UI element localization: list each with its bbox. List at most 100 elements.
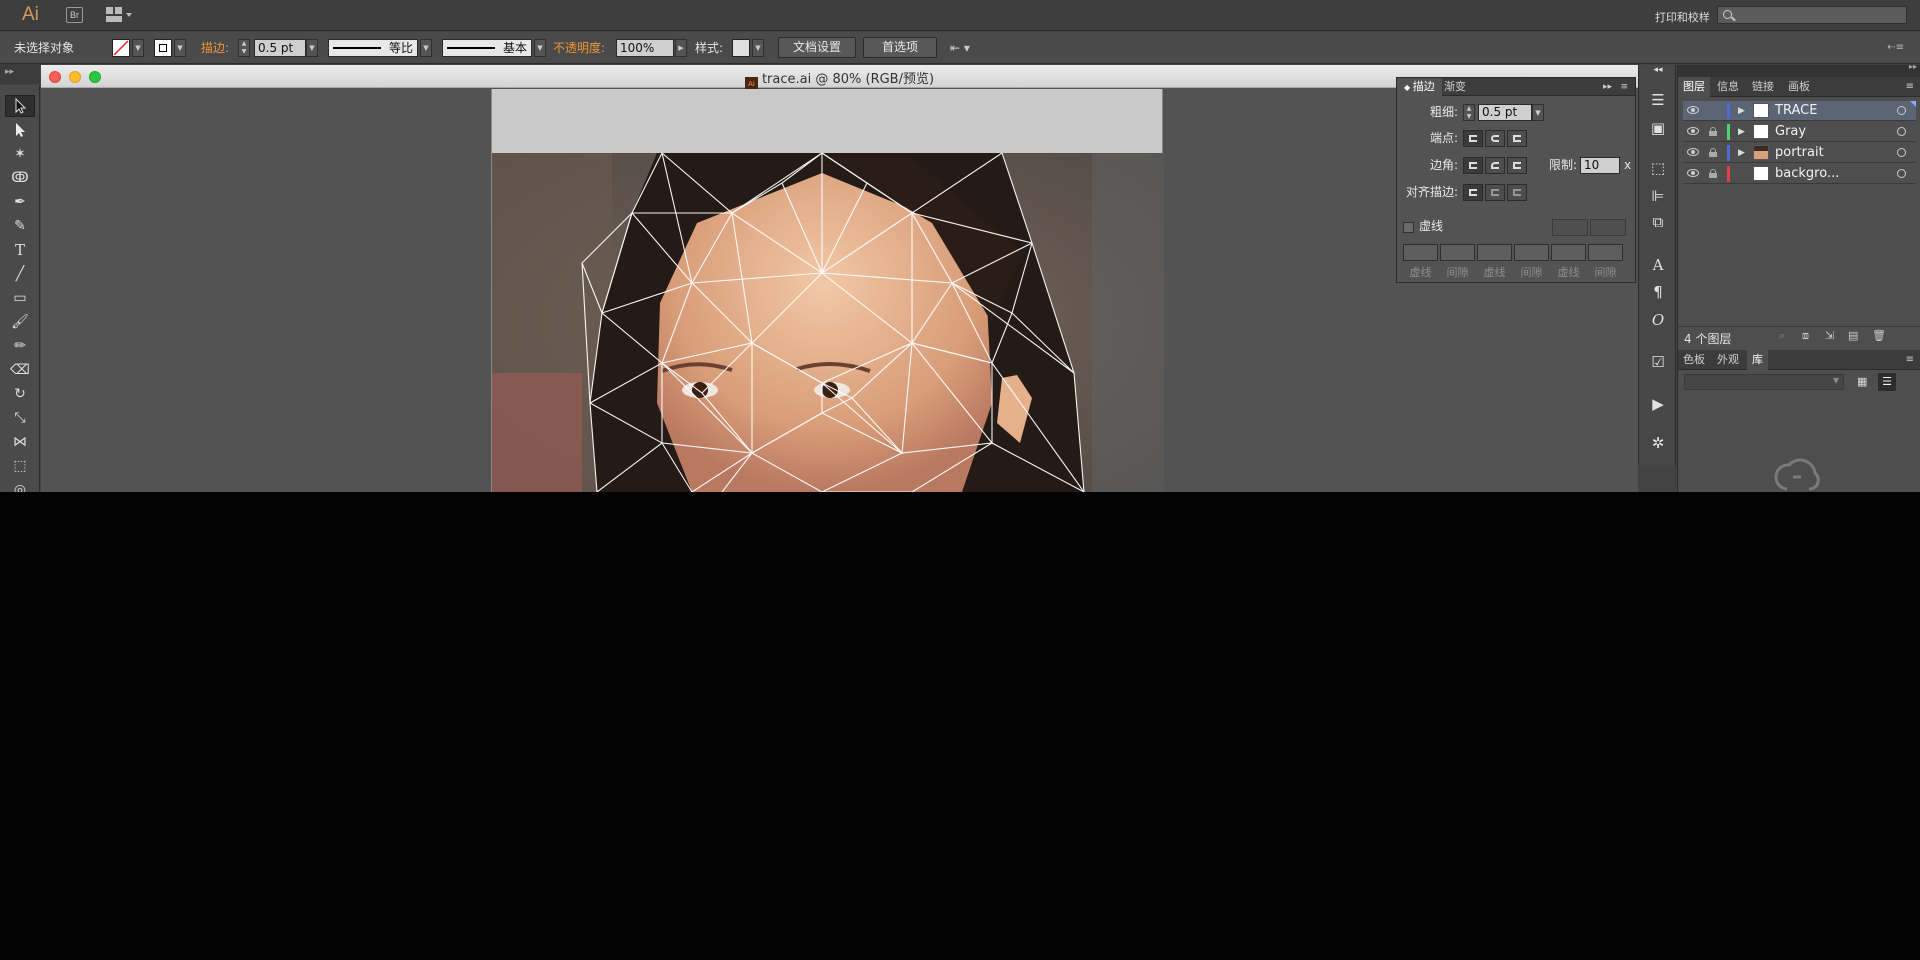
selection-tool-icon[interactable] [5, 95, 35, 117]
delete-layer-icon[interactable]: 🗑 [1872, 329, 1886, 342]
gradient-panel-icon[interactable]: ▣ [1647, 117, 1669, 139]
preferences-button[interactable]: 首选项 [863, 37, 937, 58]
layers-panel-menu-icon[interactable]: ≡ [1901, 77, 1919, 97]
tab-info[interactable]: 信息 [1712, 77, 1744, 97]
type-tool-icon[interactable]: T [5, 239, 35, 261]
layer-row-gray[interactable]: ▶ Gray [1683, 122, 1916, 142]
tab-swatches[interactable]: 色板 [1678, 350, 1710, 370]
butt-cap-icon[interactable] [1463, 130, 1483, 147]
target-circle-icon[interactable] [1897, 106, 1906, 115]
line-segment-tool-icon[interactable]: ╱ [5, 263, 35, 285]
stroke-dropdown[interactable]: ▼ [174, 39, 186, 57]
projecting-cap-icon[interactable] [1507, 130, 1527, 147]
create-new-layer-icon[interactable]: ▤ [1848, 329, 1858, 342]
lock-icon[interactable] [1709, 169, 1717, 178]
magic-wand-tool-icon[interactable]: ✶ [5, 143, 35, 165]
list-view-icon[interactable]: ☰ [1878, 373, 1896, 391]
width-tool-icon[interactable]: ⋈ [5, 431, 35, 453]
stroke-panel-icon[interactable]: ☰ [1647, 89, 1669, 111]
bevel-join-icon[interactable] [1507, 157, 1527, 174]
curvature-tool-icon[interactable]: ✎ [5, 215, 35, 237]
collapse-panels-icon[interactable]: ▸▸ [1909, 62, 1917, 71]
weight-dropdown[interactable]: ▼ [1532, 104, 1544, 121]
tab-artboards[interactable]: 画板 [1783, 77, 1815, 97]
scale-tool-icon[interactable]: ⤡ [5, 407, 35, 429]
weight-input[interactable]: 0.5 pt [1478, 104, 1532, 121]
preserve-dash-icon[interactable] [1552, 219, 1588, 236]
paintbrush-tool-icon[interactable]: 🖌 [5, 311, 35, 333]
variable-width-profile[interactable]: 等比 [328, 39, 418, 57]
play-action-icon[interactable]: ▶ [1647, 393, 1669, 415]
paragraph-panel-icon[interactable]: ¶ [1647, 281, 1669, 303]
character-panel-icon[interactable]: A [1647, 254, 1669, 276]
arrange-documents-icon[interactable] [106, 7, 133, 23]
opentype-panel-icon[interactable]: O [1647, 309, 1669, 331]
miter-join-icon[interactable] [1463, 157, 1483, 174]
gap-3-input[interactable] [1588, 244, 1623, 261]
transform-options-icon[interactable]: ⇤ ▾ [950, 39, 970, 57]
gap-1-input[interactable] [1440, 244, 1475, 261]
dash-2-input[interactable] [1477, 244, 1512, 261]
stroke-label[interactable]: 描边: [201, 39, 229, 57]
pencil-tool-icon[interactable]: ✏ [5, 335, 35, 357]
layer-row-trace[interactable]: ▶ TRACE [1683, 101, 1916, 121]
tab-appearance[interactable]: 外观 [1712, 350, 1744, 370]
make-clipping-mask-icon[interactable]: ⧈ [1802, 329, 1809, 343]
lock-icon[interactable] [1709, 127, 1717, 136]
dashed-line-checkbox[interactable] [1403, 222, 1414, 233]
align-panel-icon[interactable]: ⊫ [1647, 185, 1669, 207]
dash-1-input[interactable] [1403, 244, 1438, 261]
layer-name[interactable]: TRACE [1775, 102, 1817, 120]
target-circle-icon[interactable] [1897, 127, 1906, 136]
pathfinder-panel-icon[interactable]: ⧉ [1647, 211, 1669, 233]
library-select[interactable]: ▼ [1684, 374, 1844, 390]
expand-triangle-icon[interactable]: ▶ [1738, 144, 1745, 162]
round-cap-icon[interactable] [1485, 130, 1505, 147]
artboard[interactable] [491, 89, 1164, 492]
expand-triangle-icon[interactable]: ▶ [1738, 102, 1745, 120]
align-center-icon[interactable] [1463, 184, 1483, 201]
workspace-switcher[interactable]: 打印和校样▼ [1655, 9, 1724, 25]
layer-name[interactable]: portrait [1775, 144, 1824, 162]
toolbox-collapse-icon[interactable]: ▸▸ [0, 64, 40, 84]
layer-row-background[interactable]: backgro... [1683, 164, 1916, 184]
free-transform-tool-icon[interactable]: ⬚ [5, 455, 35, 477]
tab-links[interactable]: 链接 [1747, 77, 1779, 97]
opacity-label[interactable]: 不透明度: [553, 39, 605, 57]
limit-input[interactable]: 10 [1580, 157, 1620, 174]
help-search-input[interactable] [1717, 6, 1907, 24]
stroke-weight-input[interactable]: 0.5 pt [254, 39, 306, 57]
expand-triangle-icon[interactable]: ▶ [1738, 123, 1745, 141]
lock-icon[interactable] [1709, 148, 1717, 157]
stroke-weight-stepper[interactable]: ▲ ▼ [238, 39, 250, 57]
transform-panel-icon[interactable]: ⬚ [1647, 157, 1669, 179]
bridge-button[interactable]: Br [66, 7, 83, 23]
libraries-panel-menu-icon[interactable]: ≡ [1901, 350, 1919, 370]
brush-dropdown[interactable]: ▼ [534, 39, 546, 57]
symbols-panel-icon[interactable]: ✲ [1647, 432, 1669, 454]
stroke-weight-dropdown[interactable]: ▼ [306, 39, 318, 57]
opacity-input[interactable]: 100% [616, 39, 674, 57]
fill-dropdown[interactable]: ▼ [132, 39, 144, 57]
lasso-tool-icon[interactable]: ↂ [5, 167, 35, 189]
rectangle-tool-icon[interactable]: ▭ [5, 287, 35, 309]
document-setup-button[interactable]: 文档设置 [778, 37, 856, 58]
panel-menu-icon[interactable]: ≡ [1613, 78, 1635, 96]
create-sublayer-icon[interactable]: ⇲ [1825, 329, 1834, 342]
visibility-eye-icon[interactable] [1687, 127, 1699, 135]
eraser-tool-icon[interactable]: ⌫ [5, 359, 35, 381]
target-circle-icon[interactable] [1897, 148, 1906, 157]
gap-2-input[interactable] [1514, 244, 1549, 261]
panel-menu-icon[interactable]: ⇠≡ [1887, 39, 1904, 57]
shape-builder-tool-icon[interactable]: ◎ [5, 479, 35, 492]
graphic-style-swatch[interactable] [732, 39, 750, 57]
tab-gradient[interactable]: 渐变 [1437, 78, 1473, 96]
locate-object-icon[interactable]: ⌕ [1779, 329, 1785, 343]
align-dash-corners-icon[interactable] [1590, 219, 1626, 236]
rotate-tool-icon[interactable]: ↻ [5, 383, 35, 405]
tab-libraries[interactable]: 库 [1747, 350, 1768, 370]
grid-view-icon[interactable]: ▦ [1857, 375, 1873, 389]
visibility-eye-icon[interactable] [1687, 106, 1699, 114]
pen-tool-icon[interactable]: ✒ [5, 191, 35, 213]
round-join-icon[interactable] [1485, 157, 1505, 174]
